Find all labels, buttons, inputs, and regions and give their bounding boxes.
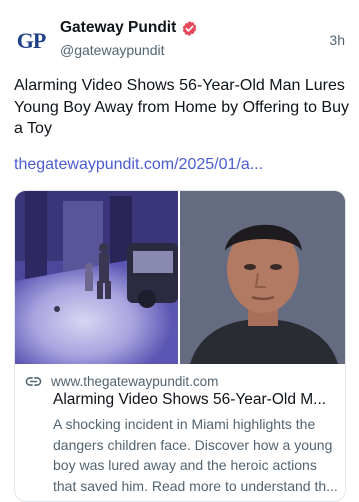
author-name-row[interactable]: Gateway Pundit [60, 19, 198, 37]
post: GP Gateway Pundit @gatewaypundit 3h Alar… [0, 0, 359, 502]
avatar-logo-text: GP [16, 28, 47, 53]
card-media[interactable] [15, 191, 345, 364]
card-domain-row[interactable]: www.thegatewaypundit.com [25, 373, 218, 390]
post-timestamp[interactable]: 3h [329, 32, 345, 48]
post-text: Alarming Video Shows 56-Year-Old Man Lur… [14, 77, 349, 137]
card-title[interactable]: Alarming Video Shows 56-Year-Old M... [53, 391, 339, 409]
video-still-image [15, 191, 178, 364]
author-name[interactable]: Gateway Pundit [60, 19, 176, 37]
link-preview-card[interactable]: www.thegatewaypundit.com Alarming Video … [14, 190, 346, 502]
avatar[interactable]: GP [14, 24, 48, 58]
author-handle[interactable]: @gatewaypundit [60, 42, 165, 58]
post-link[interactable]: thegatewaypundit.com/2025/01/a... [14, 156, 350, 174]
card-domain[interactable]: www.thegatewaypundit.com [51, 374, 218, 389]
card-description: A shocking incident in Miami highlights … [53, 416, 338, 494]
verified-badge-icon [181, 20, 198, 37]
portrait-photo [180, 191, 345, 364]
link-icon [25, 373, 42, 390]
